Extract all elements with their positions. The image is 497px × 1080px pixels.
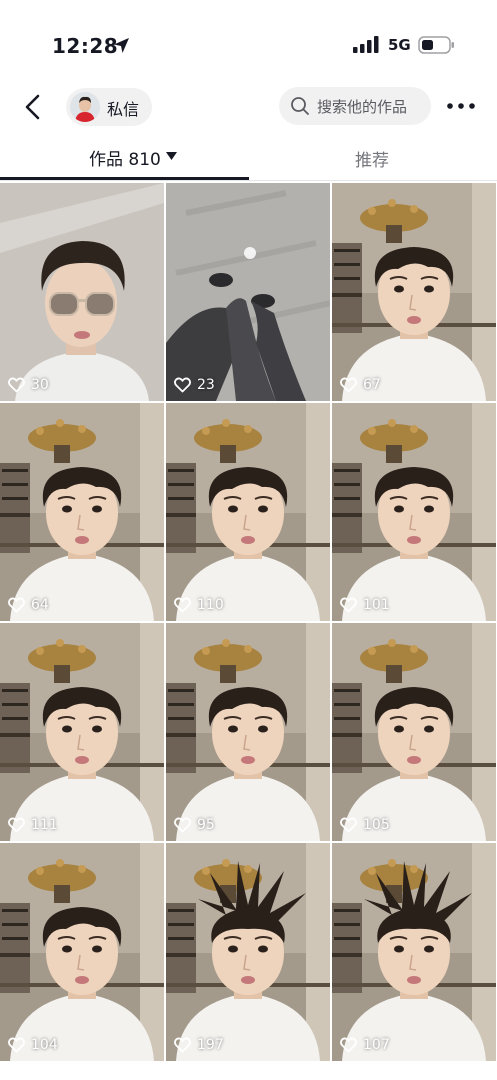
cellular-signal-icon (353, 36, 379, 53)
video-preview-image (0, 403, 164, 621)
heart-outline-icon (340, 597, 357, 613)
status-time: 12:28 (52, 34, 119, 58)
like-count: 101 (363, 597, 390, 613)
heart-outline-icon (8, 817, 25, 833)
like-stat: 107 (340, 1037, 390, 1053)
video-thumbnail[interactable]: 95 (166, 623, 330, 841)
heart-outline-icon (8, 1037, 25, 1053)
video-thumbnail[interactable]: 23 (166, 183, 330, 401)
tab-recommend[interactable]: 推荐 (355, 146, 389, 171)
location-arrow-icon (114, 38, 129, 53)
heart-outline-icon (174, 377, 191, 393)
tab-works[interactable]: 作品 810 (89, 145, 161, 170)
like-stat: 101 (340, 597, 390, 613)
heart-outline-icon (8, 597, 25, 613)
video-preview-image (0, 623, 164, 841)
caret-down-icon[interactable] (166, 152, 177, 160)
network-type: 5G (388, 36, 411, 54)
heart-outline-icon (340, 377, 357, 393)
like-stat: 104 (8, 1037, 58, 1053)
heart-outline-icon (8, 377, 25, 393)
avatar (70, 92, 100, 122)
tab-divider (0, 180, 497, 181)
video-preview-image (166, 843, 330, 1061)
like-stat: 110 (174, 597, 224, 613)
like-count: 30 (31, 377, 49, 393)
like-stat: 95 (174, 817, 215, 833)
video-thumbnail[interactable]: 110 (166, 403, 330, 621)
like-stat: 30 (8, 377, 49, 393)
video-preview-image (332, 183, 496, 401)
like-stat: 111 (8, 817, 58, 833)
search-icon (291, 97, 309, 115)
heart-outline-icon (174, 597, 191, 613)
video-preview-image (0, 183, 164, 401)
like-stat: 197 (174, 1037, 224, 1053)
video-thumbnail[interactable]: 104 (0, 843, 164, 1061)
like-count: 105 (363, 817, 390, 833)
heart-outline-icon (174, 1037, 191, 1053)
video-thumbnail[interactable]: 101 (332, 403, 496, 621)
search-placeholder: 搜索他的作品 (317, 98, 408, 116)
direct-message-label: 私信 (107, 100, 140, 119)
video-preview-image (332, 623, 496, 841)
direct-message-button[interactable]: 私信 (66, 88, 152, 126)
heart-outline-icon (340, 817, 357, 833)
heart-outline-icon (340, 1037, 357, 1053)
like-count: 110 (197, 597, 224, 613)
status-bar: 12:28 5G (0, 0, 497, 90)
heart-outline-icon (174, 817, 191, 833)
like-stat: 64 (8, 597, 49, 613)
video-preview-image (0, 843, 164, 1061)
video-preview-image (166, 623, 330, 841)
like-count: 64 (31, 597, 49, 613)
video-thumbnail[interactable]: 64 (0, 403, 164, 621)
video-thumbnail[interactable]: 67 (332, 183, 496, 401)
like-count: 23 (197, 377, 215, 393)
video-preview-image (166, 403, 330, 621)
video-preview-image (166, 183, 330, 401)
back-chevron-icon[interactable] (20, 92, 46, 122)
video-preview-image (332, 843, 496, 1061)
like-count: 197 (197, 1037, 224, 1053)
like-count: 107 (363, 1037, 390, 1053)
video-thumbnail[interactable]: 111 (0, 623, 164, 841)
like-count: 67 (363, 377, 381, 393)
video-thumbnail[interactable]: 30 (0, 183, 164, 401)
like-count: 95 (197, 817, 215, 833)
video-thumbnail[interactable]: 105 (332, 623, 496, 841)
video-thumbnail[interactable]: 197 (166, 843, 330, 1061)
battery-icon (418, 36, 454, 54)
like-count: 111 (31, 817, 58, 833)
video-preview-image (332, 403, 496, 621)
more-dots-icon[interactable] (446, 98, 476, 114)
search-input[interactable]: 搜索他的作品 (279, 87, 431, 125)
like-count: 104 (31, 1037, 58, 1053)
like-stat: 105 (340, 817, 390, 833)
like-stat: 23 (174, 377, 215, 393)
video-thumbnail[interactable]: 107 (332, 843, 496, 1061)
like-stat: 67 (340, 377, 381, 393)
